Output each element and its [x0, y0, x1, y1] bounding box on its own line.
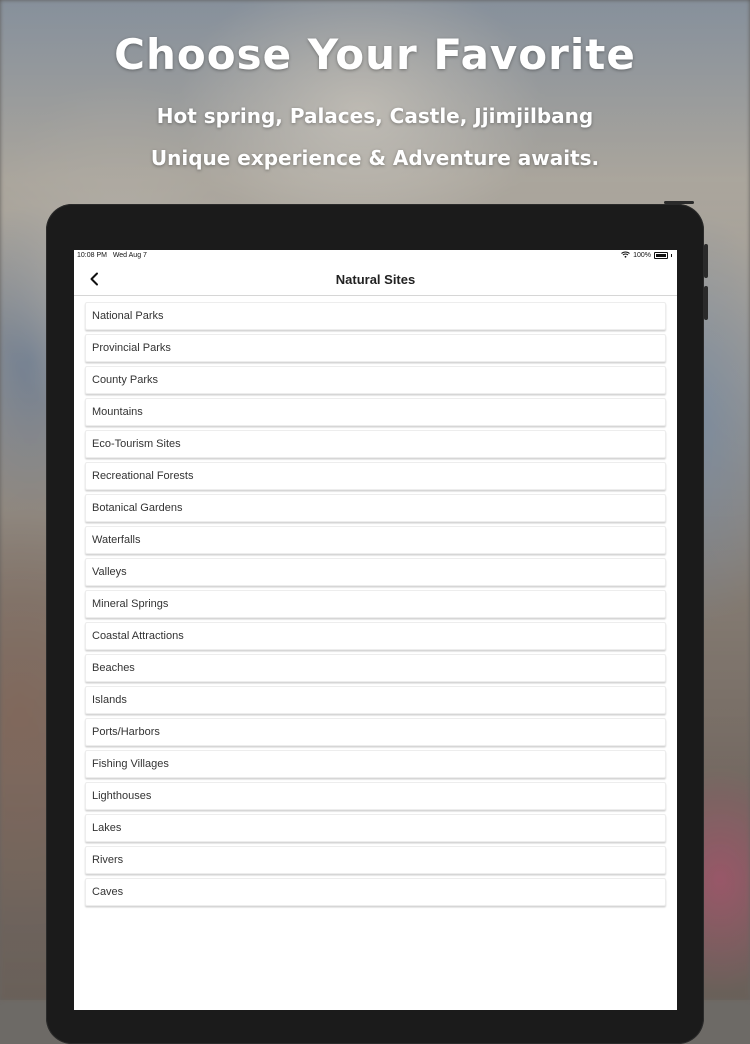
- list-item-mineral-springs[interactable]: Mineral Springs: [85, 590, 666, 618]
- list-item-ports-harbors[interactable]: Ports/Harbors: [85, 718, 666, 746]
- tablet-volume-down-button: [704, 286, 708, 320]
- page-title: Natural Sites: [335, 272, 416, 287]
- status-bar: 10:08 PM Wed Aug 7 100%: [74, 250, 677, 263]
- promo-headline: Choose Your Favorite: [114, 30, 636, 79]
- list-item-fishing-villages[interactable]: Fishing Villages: [85, 750, 666, 778]
- battery-icon: [654, 252, 668, 259]
- battery-percent: 100%: [633, 252, 651, 259]
- status-time-date: 10:08 PM Wed Aug 7: [77, 252, 147, 259]
- list-item-county-parks[interactable]: County Parks: [85, 366, 666, 394]
- battery-tip: [671, 254, 672, 257]
- list-item-waterfalls[interactable]: Waterfalls: [85, 526, 666, 554]
- status-indicators: 100%: [621, 251, 672, 260]
- promo-subline-1: Hot spring, Palaces, Castle, Jjimjilbang: [156, 104, 594, 128]
- navigation-bar: Natural Sites: [74, 263, 677, 296]
- list-item-recreational-forests[interactable]: Recreational Forests: [85, 462, 666, 490]
- status-time: 10:08 PM: [77, 252, 107, 259]
- list-item-islands[interactable]: Islands: [85, 686, 666, 714]
- wifi-icon: [621, 251, 630, 260]
- status-date: Wed Aug 7: [112, 252, 147, 259]
- app-screen: 10:08 PM Wed Aug 7 100% Natural Sites Na…: [74, 250, 677, 1010]
- list-item-valleys[interactable]: Valleys: [85, 558, 666, 586]
- list-item-beaches[interactable]: Beaches: [85, 654, 666, 682]
- list-item-eco-tourism-sites[interactable]: Eco-Tourism Sites: [85, 430, 666, 458]
- list-item-national-parks[interactable]: National Parks: [85, 302, 666, 330]
- promo-subline-2: Unique experience & Adventure awaits.: [150, 146, 600, 170]
- list-item-coastal-attractions[interactable]: Coastal Attractions: [85, 622, 666, 650]
- list-item-lighthouses[interactable]: Lighthouses: [85, 782, 666, 810]
- tablet-volume-up-button: [704, 244, 708, 278]
- list-item-provincial-parks[interactable]: Provincial Parks: [85, 334, 666, 362]
- list-item-mountains[interactable]: Mountains: [85, 398, 666, 426]
- list-item-rivers[interactable]: Rivers: [85, 846, 666, 874]
- tablet-power-button: [664, 201, 694, 204]
- category-list: National Parks Provincial Parks County P…: [85, 302, 666, 906]
- list-item-caves[interactable]: Caves: [85, 878, 666, 906]
- list-item-lakes[interactable]: Lakes: [85, 814, 666, 842]
- list-item-botanical-gardens[interactable]: Botanical Gardens: [85, 494, 666, 522]
